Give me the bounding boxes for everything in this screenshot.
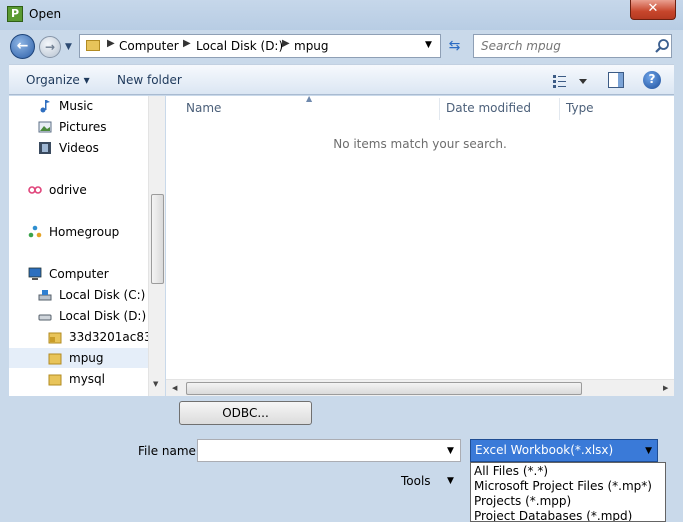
- command-toolbar: Organize ▾ New folder ?: [9, 64, 674, 95]
- folder-icon: [48, 353, 62, 365]
- music-icon: [40, 100, 50, 113]
- file-name-input[interactable]: ▼: [197, 439, 461, 462]
- close-button[interactable]: ✕: [630, 0, 676, 20]
- breadcrumb-separator-icon[interactable]: ▶: [282, 38, 290, 49]
- nav-item-local-disk-c[interactable]: Local Disk (C:): [9, 285, 148, 305]
- project-app-icon: P: [7, 6, 23, 22]
- file-type-selected: Excel Workbook(*.xlsx): [475, 443, 614, 457]
- nav-item-computer[interactable]: Computer: [9, 264, 148, 284]
- navigation-pane: Music Pictures Videos odrive Homegroup C…: [9, 96, 148, 396]
- nav-pane-scrollbar[interactable]: ▼: [148, 96, 165, 396]
- new-folder-button[interactable]: New folder: [117, 73, 182, 87]
- nav-item-33d3201ac83fe[interactable]: 33d3201ac83fe: [9, 327, 148, 347]
- column-header-name[interactable]: Name: [186, 96, 221, 121]
- search-input[interactable]: [474, 35, 649, 57]
- file-type-options-list[interactable]: All Files (*.*) Microsoft Project Files …: [470, 462, 666, 522]
- drive-icon: [38, 314, 52, 321]
- scroll-right-arrow-icon[interactable]: ▶: [663, 384, 668, 392]
- preview-pane-icon[interactable]: [608, 72, 624, 88]
- scroll-left-arrow-icon[interactable]: ◀: [172, 384, 177, 392]
- address-bar[interactable]: ▶ Computer ▶ Local Disk (D:) ▶ mpug ▼: [79, 34, 441, 58]
- scrollbar-thumb[interactable]: [151, 194, 164, 284]
- file-list-horizontal-scrollbar[interactable]: ◀ ▶: [166, 379, 674, 396]
- empty-folder-message: No items match your search.: [333, 137, 507, 151]
- column-divider[interactable]: [559, 98, 560, 120]
- forward-button[interactable]: →: [39, 36, 61, 58]
- title-bar: P Open ✕: [0, 0, 683, 30]
- odrive-icon: [28, 186, 42, 194]
- file-type-option-all-files[interactable]: All Files (*.*): [474, 464, 548, 478]
- file-name-label: File name:: [138, 444, 200, 458]
- file-type-select[interactable]: Excel Workbook(*.xlsx) ▼: [470, 439, 658, 462]
- column-divider[interactable]: [439, 98, 440, 120]
- file-type-dropdown-icon[interactable]: ▼: [645, 441, 652, 462]
- pictures-icon: [38, 121, 52, 133]
- file-list[interactable]: ▲ Name Date modified Type No items match…: [166, 94, 674, 396]
- nav-item-music[interactable]: Music: [9, 96, 148, 116]
- videos-icon: [39, 142, 51, 154]
- file-type-option-project-databases[interactable]: Project Databases (*.mpd): [474, 509, 632, 521]
- search-box[interactable]: [473, 34, 672, 58]
- refresh-button[interactable]: ⇆: [443, 35, 466, 57]
- column-header-date-modified[interactable]: Date modified: [446, 96, 531, 121]
- breadcrumb-separator-icon[interactable]: ▶: [183, 38, 191, 49]
- scrollbar-thumb[interactable]: [186, 382, 582, 395]
- help-button[interactable]: ?: [643, 71, 661, 89]
- breadcrumb-mpug[interactable]: mpug: [294, 39, 329, 53]
- locked-folder-icon: [48, 332, 62, 344]
- tools-button[interactable]: Tools: [401, 474, 431, 488]
- organize-button[interactable]: Organize ▾: [26, 73, 90, 87]
- nav-item-mpug[interactable]: mpug: [9, 348, 148, 368]
- odbc-button[interactable]: ODBC...: [179, 401, 312, 425]
- nav-item-local-disk-d[interactable]: Local Disk (D:): [9, 306, 148, 326]
- recent-pages-chevron-icon[interactable]: ▼: [65, 42, 72, 52]
- folder-icon: [48, 374, 62, 386]
- sort-ascending-icon: ▲: [306, 94, 313, 103]
- breadcrumb-computer[interactable]: Computer: [119, 39, 179, 53]
- scroll-down-arrow-icon[interactable]: ▼: [153, 380, 158, 388]
- nav-item-pictures[interactable]: Pictures: [9, 117, 148, 137]
- breadcrumb-local-disk-d[interactable]: Local Disk (D:): [196, 39, 283, 53]
- computer-icon: [28, 267, 42, 280]
- file-type-option-project-files[interactable]: Microsoft Project Files (*.mp*): [474, 479, 652, 493]
- drive-icon: [38, 290, 52, 301]
- window-title: Open: [29, 7, 62, 21]
- change-view-icon[interactable]: [552, 72, 592, 90]
- breadcrumb-separator-icon[interactable]: ▶: [107, 38, 115, 49]
- back-button[interactable]: ←: [10, 34, 35, 59]
- search-icon[interactable]: [654, 38, 670, 54]
- nav-item-videos[interactable]: Videos: [9, 138, 148, 158]
- folder-icon: [86, 40, 100, 51]
- file-type-option-projects[interactable]: Projects (*.mpp): [474, 494, 571, 508]
- file-name-dropdown-icon[interactable]: ▼: [447, 446, 454, 456]
- nav-item-odrive[interactable]: odrive: [9, 180, 148, 200]
- nav-item-homegroup[interactable]: Homegroup: [9, 222, 148, 242]
- nav-item-mysql[interactable]: mysql: [9, 369, 148, 389]
- address-dropdown-icon[interactable]: ▼: [425, 40, 432, 50]
- homegroup-icon: [28, 225, 42, 238]
- tools-dropdown-icon[interactable]: ▼: [447, 476, 454, 486]
- column-header-type[interactable]: Type: [566, 96, 594, 121]
